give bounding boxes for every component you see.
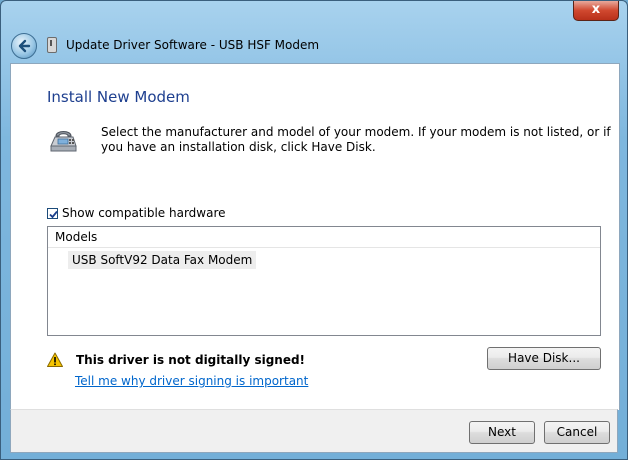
show-compatible-checkbox[interactable]: [47, 207, 58, 219]
back-button[interactable]: [11, 33, 37, 59]
warning-triangle-icon: [47, 352, 63, 367]
unsigned-warning: This driver is not digitally signed!: [47, 352, 305, 368]
cancel-button[interactable]: Cancel: [544, 421, 610, 444]
modem-device-icon: [47, 37, 57, 53]
page-title: Install New Modem: [47, 88, 190, 106]
back-arrow-icon: [18, 39, 31, 53]
footer-bar: Next Cancel: [10, 409, 618, 453]
show-compatible-label[interactable]: Show compatible hardware: [62, 206, 226, 220]
show-compatible-checkbox-row[interactable]: Show compatible hardware: [47, 206, 226, 220]
driver-signing-link[interactable]: Tell me why driver signing is important: [75, 374, 308, 388]
dialog-window: x Update Driver Software - USB HSF Modem…: [0, 0, 628, 460]
warning-text: This driver is not digitally signed!: [76, 353, 306, 367]
close-icon: x: [591, 2, 601, 17]
list-item[interactable]: USB SoftV92 Data Fax Modem: [68, 251, 257, 269]
checkmark-icon: [49, 210, 58, 218]
models-column-header[interactable]: Models: [48, 227, 600, 248]
window-title: Update Driver Software - USB HSF Modem: [66, 38, 320, 52]
next-button[interactable]: Next: [469, 421, 535, 444]
telephone-modem-icon: [50, 131, 77, 152]
title-bar: x Update Driver Software - USB HSF Modem: [1, 1, 627, 63]
have-disk-button[interactable]: Have Disk...: [487, 347, 601, 370]
close-button[interactable]: x: [573, 1, 619, 21]
models-listbox[interactable]: Models USB SoftV92 Data Fax Modem: [47, 226, 601, 336]
instruction-text: Select the manufacturer and model of you…: [101, 125, 611, 154]
content-panel: Install New Modem Select the manufacture…: [10, 63, 620, 410]
